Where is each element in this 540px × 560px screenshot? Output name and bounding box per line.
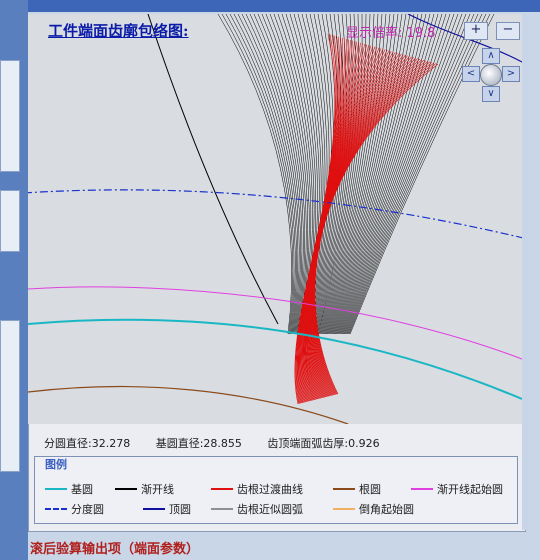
legend-swatch [45,508,67,510]
legend-label: 渐开线起始圆 [437,483,503,496]
involute-line [241,14,300,335]
involute-line [233,14,297,335]
zoom-level-label: 显示倍率: 19.8 [346,26,436,41]
legend-item: 齿根过渡曲线 [211,481,303,497]
panel-scrollbar[interactable] [522,14,528,530]
legend-swatch [45,488,67,490]
pitch-diameter-value: 分圆直径:32.278 [44,437,131,450]
involute-line [217,14,292,335]
legend-box: 图例 基圆 渐开线 齿根过渡曲线 根圆 渐开线起始圆 分度圆 顶圆 齿根近似圆弧… [34,456,518,524]
legend-swatch [333,488,355,490]
legend-item: 分度圆 [45,501,104,517]
left-side-panel [0,0,28,560]
pan-reset-button[interactable] [480,64,502,86]
gear-info-row: 分圆直径:32.278 基圆直径:28.855 齿顶端面弧齿厚:0.926 [44,435,514,451]
legend-swatch [411,488,433,490]
legend-item: 根圆 [333,481,381,497]
legend-label: 顶圆 [169,503,191,516]
involute-line [221,14,294,335]
legend-swatch [211,488,233,490]
legend-item: 倒角起始圆 [333,501,414,517]
involute-start-circle [28,286,522,360]
zoom-in-button[interactable]: + [464,22,488,40]
legend-label: 齿根近似圆弧 [237,503,303,516]
legend-label: 齿根过渡曲线 [237,483,303,496]
envelope-plot-canvas [28,14,522,424]
pan-up-button[interactable]: ∧ [482,48,500,64]
side-panel-box [0,60,20,172]
plot-title: 工件端面齿廓包络图: [48,22,189,40]
legend-swatch [143,508,165,510]
section-title: 滚后验算输出项（端面参数） [30,542,200,557]
pan-navigation-pad: ∧ < > ∨ [462,48,520,102]
window-title-bar [28,0,540,12]
legend-label: 分度圆 [71,503,104,516]
side-panel-box [0,320,20,472]
fillet-curve [313,61,431,395]
pan-down-button[interactable]: ∨ [482,86,500,102]
legend-label: 渐开线 [141,483,174,496]
pan-right-button[interactable]: > [502,66,520,82]
involute-line [340,14,455,335]
envelope-plot [28,14,522,424]
legend-item: 齿根近似圆弧 [211,501,303,517]
legend-label: 根圆 [359,483,381,496]
zoom-out-button[interactable]: − [496,22,520,40]
legend-item: 渐开线 [115,481,174,497]
legend-item: 顶圆 [143,501,191,517]
legend-item: 渐开线起始圆 [411,481,503,497]
legend-title: 图例 [45,458,67,471]
legend-label: 倒角起始圆 [359,503,414,516]
pan-left-button[interactable]: < [462,66,480,82]
legend-item: 基圆 [45,481,93,497]
side-panel-box [0,190,20,252]
involute-left-boundary [147,14,279,325]
legend-swatch [211,508,233,510]
legend-swatch [115,488,137,490]
tip-thickness-value: 齿顶端面弧齿厚:0.926 [267,437,380,450]
legend-swatch [333,508,355,510]
legend-label: 基圆 [71,483,93,496]
base-diameter-value: 基圆直径:28.855 [155,437,242,450]
pitch-circle [28,189,522,239]
